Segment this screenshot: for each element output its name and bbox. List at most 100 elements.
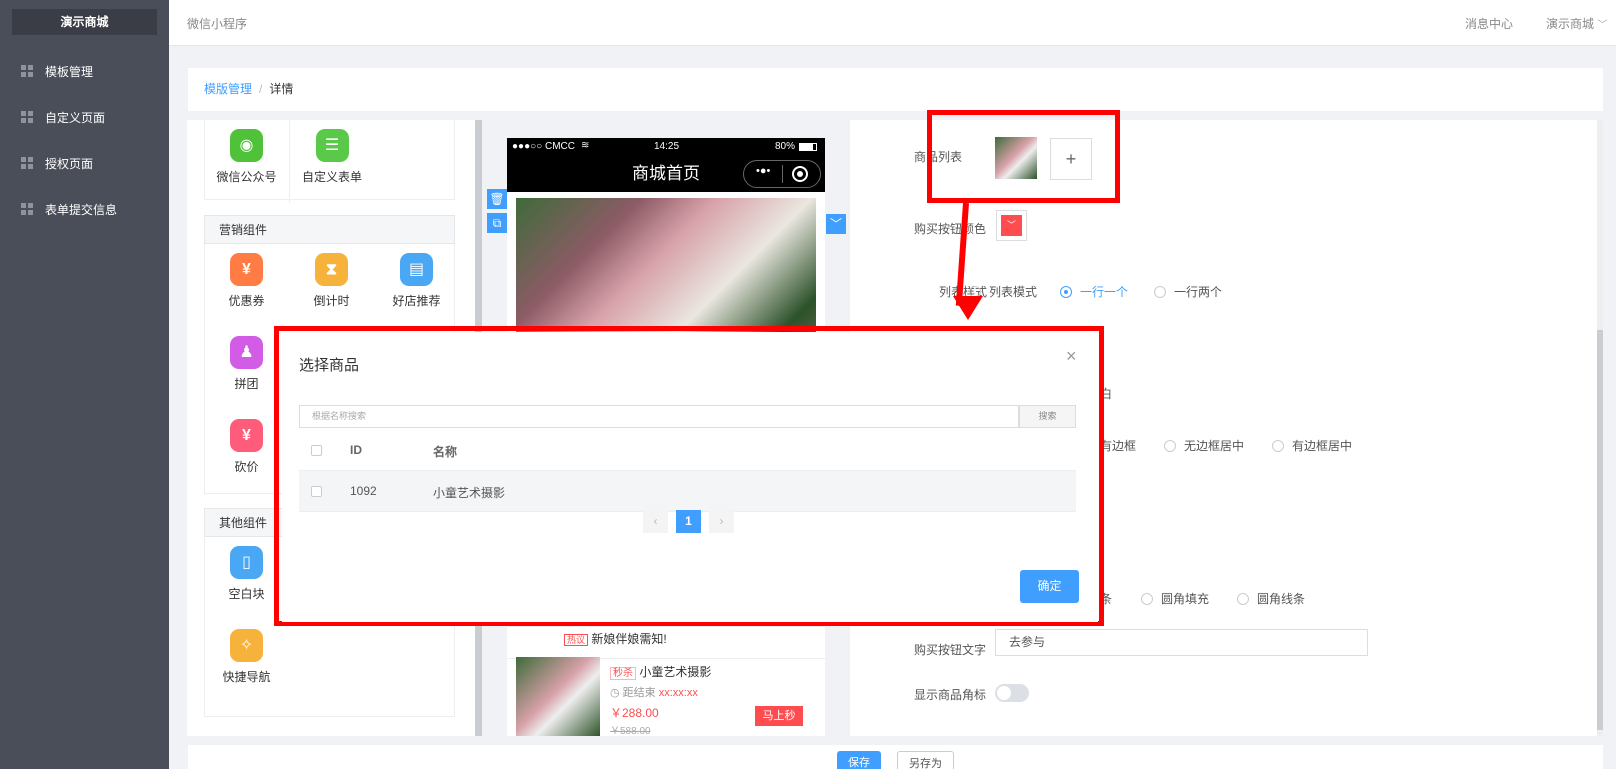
breadcrumb-separator: /	[259, 82, 263, 96]
bargain-icon: ¥	[230, 419, 263, 452]
grid-icon	[21, 157, 33, 169]
chevron-down-icon: ﹀	[1597, 20, 1608, 31]
breadcrumb-link[interactable]: 模版管理	[204, 82, 252, 96]
column-name: 名称	[433, 445, 458, 459]
breadcrumb-current: 详情	[269, 82, 294, 96]
buy-text-input[interactable]: 去参与	[995, 629, 1368, 656]
save-button[interactable]: 保存	[837, 751, 881, 769]
buy-color-label: 购买按钮颜色	[914, 222, 987, 236]
grid-icon	[21, 203, 33, 215]
radio-one-per-row[interactable]: 一行一个	[1060, 283, 1128, 300]
sidebar-item-form-submissions[interactable]: 表单提交信息	[0, 189, 169, 229]
notice-tag: 热议	[564, 634, 589, 646]
wechat-icon: ◉	[230, 129, 263, 162]
message-center-link[interactable]: 消息中心	[1465, 15, 1513, 32]
radio-circle	[1272, 439, 1284, 452]
table-row[interactable]: 1092 小童艺术摄影	[299, 471, 1076, 512]
sidebar-item-label: 表单提交信息	[45, 202, 118, 217]
select-all-checkbox[interactable]	[311, 445, 322, 456]
close-icon[interactable]: ×	[1066, 346, 1077, 367]
group-title-marketing: 营销组件	[204, 215, 455, 244]
radio-no-border-center[interactable]: 无边框居中	[1164, 437, 1244, 454]
search-input[interactable]: 根据名称搜索	[299, 405, 1019, 428]
show-corner-toggle[interactable]	[995, 684, 1029, 702]
right-scrollbar[interactable]	[1597, 120, 1603, 736]
notice-bar[interactable]: 热议 新娘伴娘需知!	[564, 630, 667, 647]
component-label: 微信公众号	[216, 170, 277, 184]
sidebar-item-auth-page[interactable]: 授权页面	[0, 143, 169, 183]
radio-round-fill[interactable]: 圆角填充	[1141, 590, 1209, 607]
copy-icon[interactable]: ⧉	[487, 213, 507, 233]
original-price: ￥588.00	[610, 726, 651, 736]
product-name: 小童艺术摄影	[639, 665, 712, 679]
component-label: 快捷导航	[222, 670, 271, 684]
search-button[interactable]: 搜索	[1019, 405, 1076, 428]
radio-two-per-row[interactable]: 一行两个	[1154, 283, 1222, 300]
column-id: ID	[350, 443, 362, 457]
sidebar-item-label: 自定义页面	[45, 110, 106, 125]
pagination-prev[interactable]: ‹	[643, 510, 668, 533]
radio-label: 圆角填充	[1161, 592, 1210, 606]
pagination-page-1[interactable]: 1	[676, 510, 701, 533]
pagination-next[interactable]: ›	[709, 510, 734, 533]
collapse-chevron-icon[interactable]: ﹀	[826, 214, 846, 234]
shop-menu-label: 演示商城	[1546, 17, 1595, 31]
seckill-tag: 秒杀	[610, 667, 636, 680]
coupon-icon: ¥	[230, 253, 263, 286]
countdown-value: xx:xx:xx	[658, 687, 698, 699]
product-price: ￥288.00	[610, 706, 659, 720]
radio-border-center[interactable]: 有边框居中	[1272, 437, 1352, 454]
color-picker[interactable]: ﹀	[996, 210, 1027, 241]
radio-label: 列表模式	[989, 285, 1038, 299]
clock-icon: ◷	[610, 687, 620, 699]
grid-icon	[21, 65, 33, 77]
dialog-title: 选择商品	[299, 357, 360, 374]
record-icon	[792, 166, 808, 182]
delete-icon[interactable]: 🗑	[487, 189, 507, 209]
wifi-icon: ≋	[581, 140, 590, 151]
component-label: 倒计时	[313, 294, 350, 308]
notice-text: 新娘伴娘需知!	[591, 632, 667, 646]
confirm-button[interactable]: 确定	[1020, 570, 1079, 603]
capsule-menu[interactable]: •●•	[743, 160, 821, 188]
radio-round-line[interactable]: 圆角线条	[1237, 590, 1305, 607]
component-shop-recommend[interactable]: ▤ 好店推荐	[374, 244, 459, 327]
carrier-text: ●●●○○ CMCC	[512, 141, 575, 152]
radio-circle	[1237, 592, 1249, 605]
sidebar-item-custom-page[interactable]: 自定义页面	[0, 97, 169, 137]
component-quick-nav[interactable]: ✧ 快捷导航	[204, 620, 289, 703]
radio-label: 一行两个	[1174, 285, 1223, 299]
component-custom-form[interactable]: ☰ 自定义表单	[289, 120, 374, 203]
component-countdown[interactable]: ⧗ 倒计时	[289, 244, 374, 327]
chevron-down-icon: ﹀	[1001, 215, 1022, 236]
sidebar-item-template[interactable]: 模板管理	[0, 51, 169, 91]
hourglass-icon: ⧗	[315, 253, 348, 286]
row-checkbox[interactable]	[311, 486, 322, 497]
footer-bar: 保存 另存为	[188, 745, 1603, 769]
blank-block-icon: ▯	[230, 546, 263, 579]
component-coupon[interactable]: ¥ 优惠券	[204, 244, 289, 327]
radio-label: 一行一个	[1080, 285, 1129, 299]
radio-circle	[1154, 285, 1166, 298]
shop-icon: ▤	[400, 253, 433, 286]
time-text: 14:25	[654, 141, 680, 152]
brand-logo[interactable]: 演示商城	[12, 9, 157, 35]
select-product-dialog: 选择商品 × 根据名称搜索 搜索 ID 名称 1092 小童艺术摄影 ‹ 1 ›…	[282, 332, 1098, 622]
sidebar-item-label: 模板管理	[45, 64, 94, 79]
sidebar-item-label: 授权页面	[45, 156, 94, 171]
top-title: 微信小程序	[187, 17, 248, 31]
seckill-button[interactable]: 马上秒	[755, 706, 803, 726]
component-label: 好店推荐	[392, 294, 441, 308]
component-wechat[interactable]: ◉ 微信公众号	[204, 120, 289, 203]
annotation-box-product-list	[927, 110, 1120, 203]
radio-circle	[1141, 592, 1153, 605]
table-header: ID 名称	[299, 430, 1076, 471]
shop-menu[interactable]: 演示商城 ﹀	[1546, 15, 1607, 32]
sidebar: 演示商城 模板管理 自定义页面 授权页面 表单提交信息	[0, 0, 169, 769]
product-thumbnail[interactable]	[516, 657, 600, 736]
battery-icon	[799, 143, 817, 151]
save-as-button[interactable]: 另存为	[897, 751, 954, 769]
battery-text: 80%	[775, 141, 796, 152]
component-label: 优惠券	[228, 294, 265, 308]
radio-border[interactable]: 有边框	[1100, 437, 1136, 454]
